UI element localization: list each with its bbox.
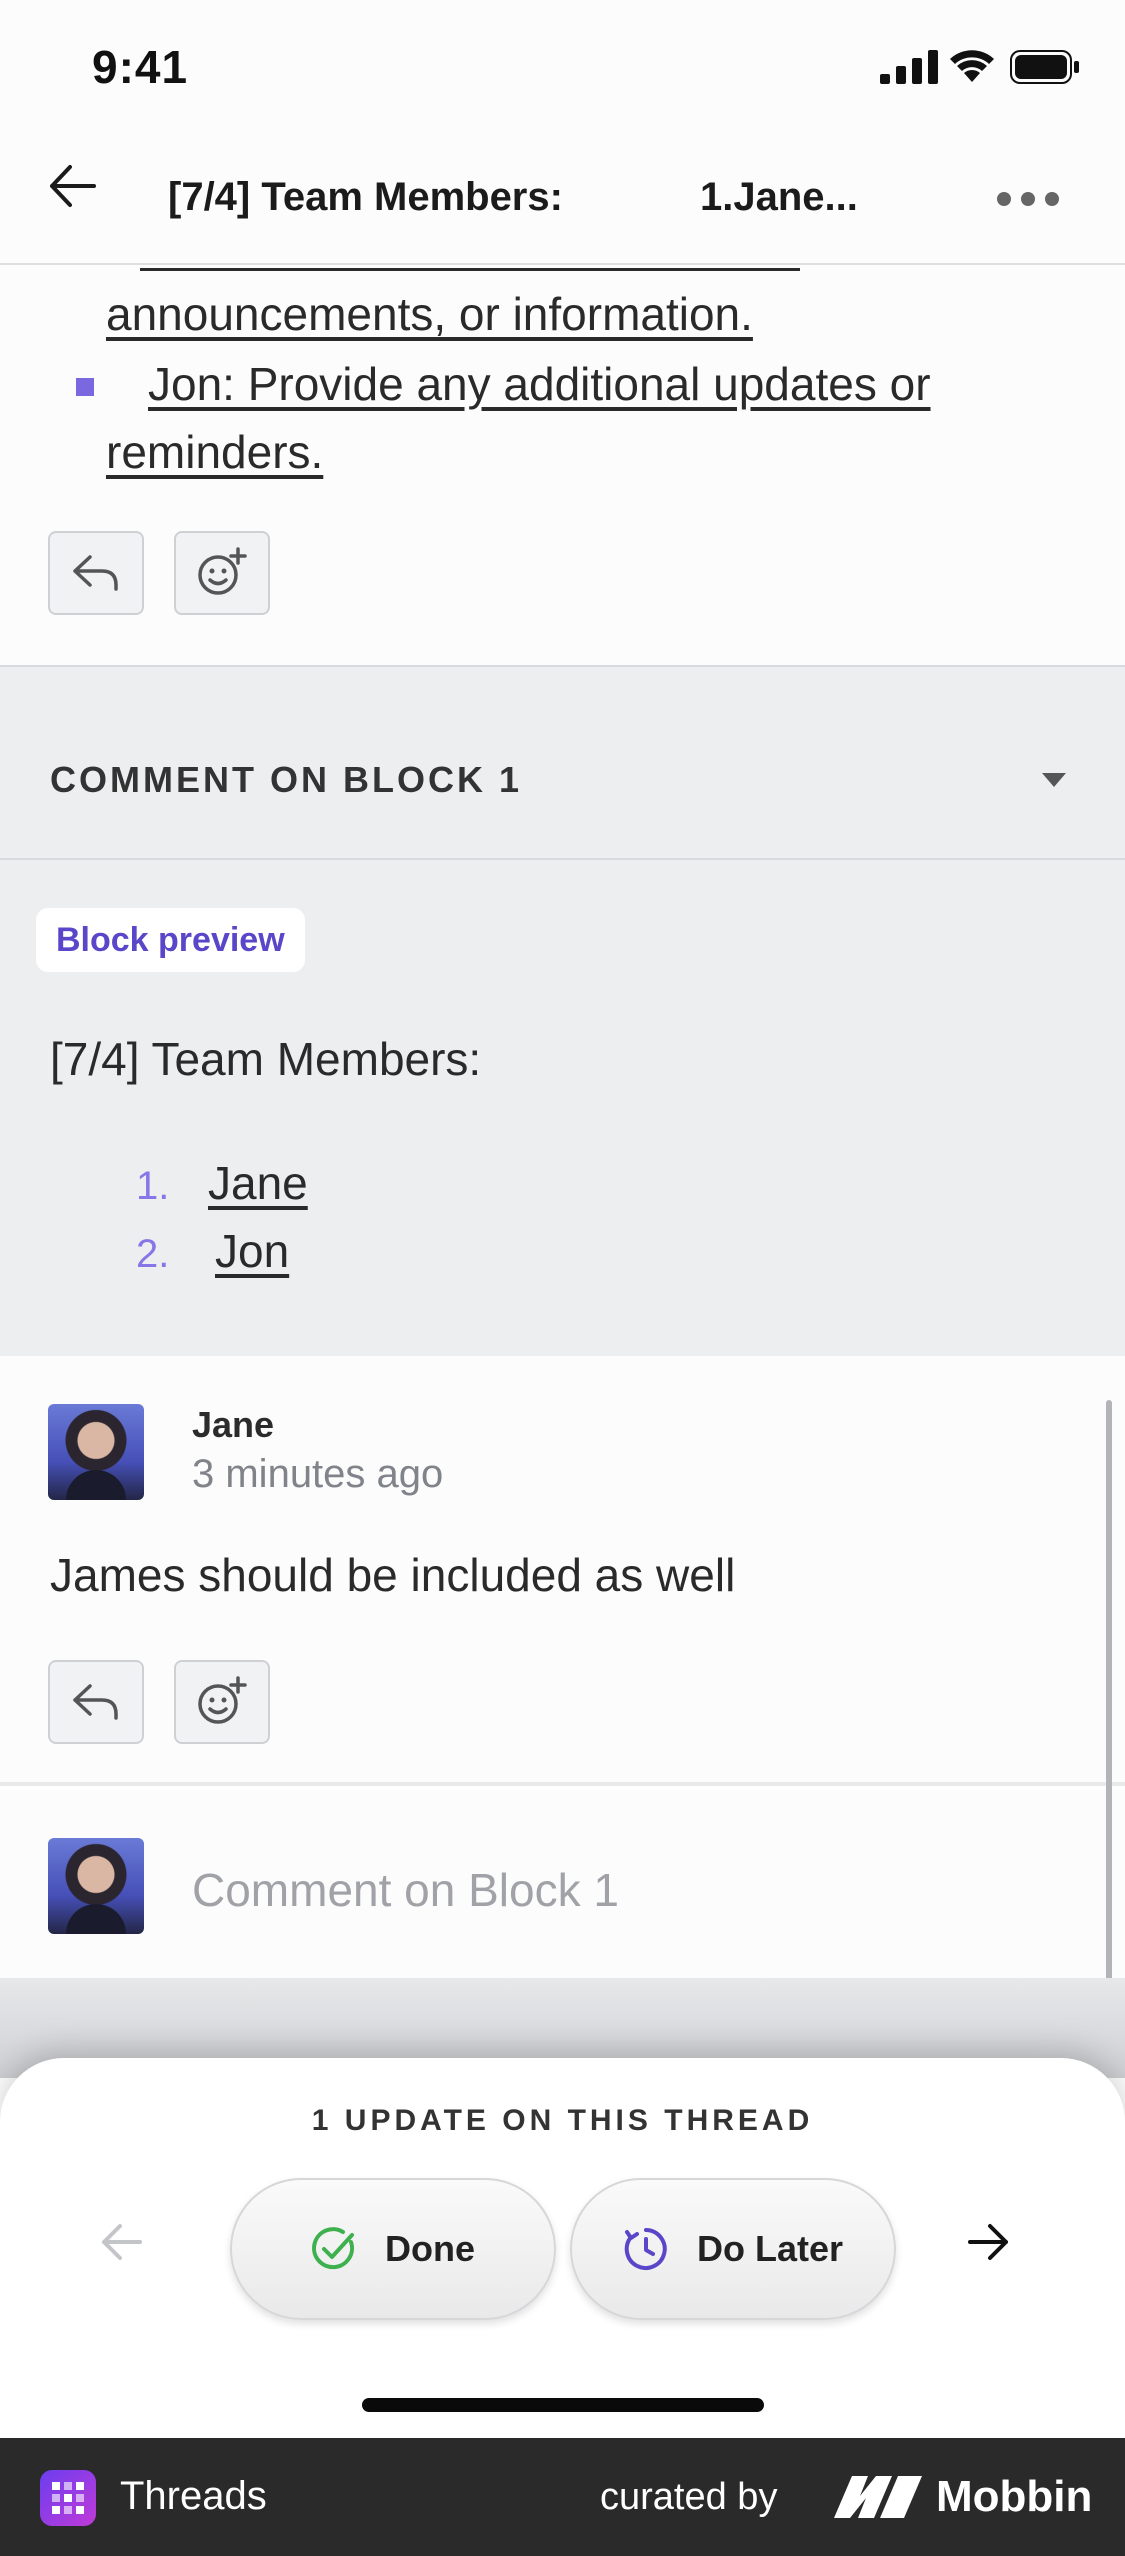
more-options-icon[interactable] <box>996 189 1060 209</box>
document-content: announcements, or information. Jon: Prov… <box>0 265 1125 665</box>
cellular-signal-icon <box>880 50 938 84</box>
clipped-text-line <box>140 265 800 271</box>
comment: Jane 3 minutes ago James should be inclu… <box>0 1356 1125 1786</box>
footer-brand: Mobbin <box>936 2472 1093 2521</box>
comment-block-header[interactable]: COMMENT ON BLOCK 1 <box>0 665 1125 860</box>
scrollbar[interactable] <box>1106 1400 1112 2050</box>
nav-title-preview: 1.Jane... <box>700 175 858 219</box>
bullet-marker <box>76 378 94 396</box>
done-label: Done <box>385 2228 475 2269</box>
done-button[interactable]: Done <box>230 2178 556 2320</box>
comment-composer <box>0 1790 1125 1980</box>
mobbin-logo-icon <box>834 2476 922 2518</box>
footer-banner: Threads curated by Mobbin <box>0 2438 1125 2556</box>
thread-update-sheet: 1 UPDATE ON THIS THREAD Done Do Later <box>0 2058 1125 2438</box>
chevron-down-icon[interactable] <box>1040 771 1068 789</box>
add-reaction-button[interactable] <box>174 1660 270 1744</box>
comment-timestamp: 3 minutes ago <box>192 1452 444 1496</box>
clock-refresh-icon <box>624 2228 667 2270</box>
list-item-name[interactable]: Jon <box>215 1224 289 1278</box>
add-emoji-icon <box>198 547 247 595</box>
list-number: 1. <box>136 1164 170 1208</box>
threads-app-logo-icon <box>40 2470 96 2526</box>
wifi-icon <box>950 50 994 82</box>
footer-app-name: Threads <box>120 2474 267 2518</box>
block-preview-badge: Block preview <box>36 908 305 972</box>
document-line[interactable]: reminders. <box>106 425 323 479</box>
nav-bar: [7/4] Team Members: 1.Jane... <box>0 135 1125 265</box>
document-line[interactable]: announcements, or information. <box>106 287 753 341</box>
comment-block-label: COMMENT ON BLOCK 1 <box>50 759 522 800</box>
back-arrow-icon[interactable] <box>44 157 102 215</box>
sheet-title: 1 UPDATE ON THIS THREAD <box>311 2104 814 2137</box>
preview-title: [7/4] Team Members: <box>50 1033 482 1085</box>
footer-curated-by: curated by <box>600 2476 778 2518</box>
do-later-label: Do Later <box>696 2228 844 2269</box>
document-line[interactable]: Jon: Provide any additional updates or <box>148 357 931 411</box>
comment-text: James should be included as well <box>50 1549 736 1601</box>
reply-icon <box>73 1684 118 1720</box>
previous-arrow-icon[interactable] <box>100 2222 144 2262</box>
add-emoji-icon <box>198 1676 247 1724</box>
status-bar: 9:41 <box>0 0 1125 135</box>
next-arrow-icon[interactable] <box>966 2222 1010 2262</box>
list-item-name[interactable]: Jane <box>208 1156 308 1210</box>
home-indicator <box>362 2398 764 2412</box>
list-number: 2. <box>136 1232 170 1276</box>
reply-button[interactable] <box>48 531 144 615</box>
avatar[interactable] <box>48 1404 144 1500</box>
battery-icon <box>1010 50 1079 84</box>
add-reaction-button[interactable] <box>174 531 270 615</box>
reply-icon <box>73 555 118 591</box>
do-later-button[interactable]: Do Later <box>570 2178 896 2320</box>
reply-button[interactable] <box>48 1660 144 1744</box>
check-circle-icon <box>312 2227 355 2270</box>
comment-input[interactable] <box>192 1860 1072 1920</box>
avatar <box>48 1838 144 1934</box>
block-preview: Block preview [7/4] Team Members: 1. Jan… <box>0 860 1125 1356</box>
comment-author[interactable]: Jane <box>192 1404 274 1446</box>
nav-title: [7/4] Team Members: <box>168 175 563 219</box>
status-time: 9:41 <box>92 41 189 93</box>
